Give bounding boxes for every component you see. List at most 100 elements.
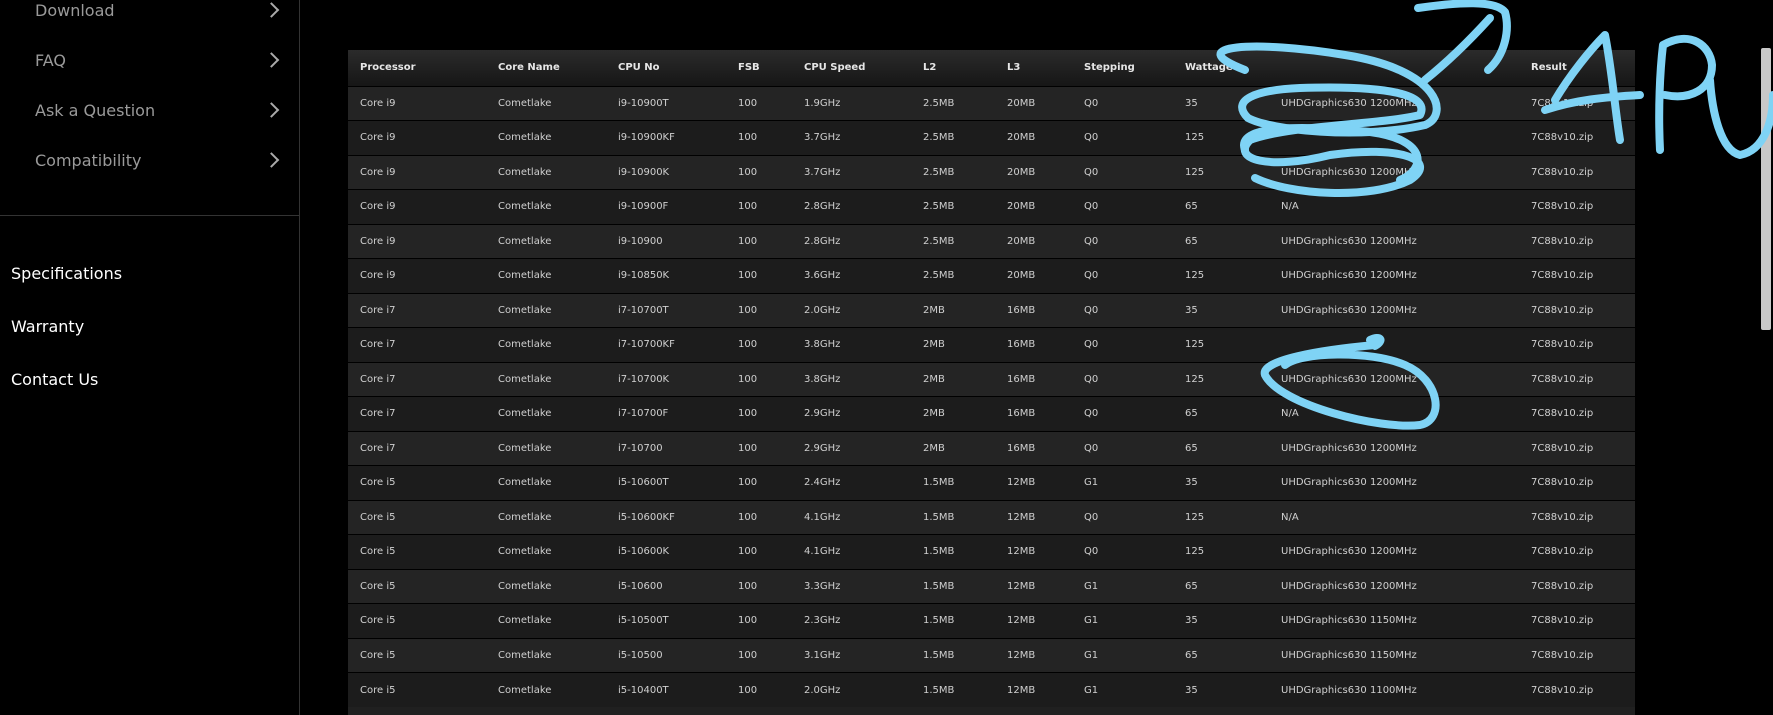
table-cell: N/A — [1281, 201, 1299, 213]
result-download-link[interactable]: 7C88v10.zip — [1519, 190, 1635, 225]
table-cell: 3.6GHz — [804, 270, 841, 282]
table-cell: 2.5MB — [923, 132, 955, 144]
table-cell: Cometlake — [498, 373, 552, 385]
table-cell: 1.5MB — [923, 615, 955, 627]
table-cell: i7-10700T — [618, 304, 669, 316]
table-cell: UHDGraphics630 1150MHz — [1281, 615, 1417, 627]
result-download-link[interactable]: 7C88v10.zip — [1519, 293, 1635, 328]
result-download-link[interactable]: 7C88v10.zip — [1519, 224, 1635, 259]
table-cell: 100 — [738, 477, 758, 489]
result-download-link[interactable]: 7C88v10.zip — [1519, 673, 1635, 708]
table-cell: Core i5 — [360, 649, 396, 661]
table-cell: i9-10900KF — [618, 132, 675, 144]
table-cell: Cometlake — [498, 339, 552, 351]
table-row: Core i5 Cometlake i5-10600 100 3.3GHz 1.5MB 12… — [348, 569, 1635, 604]
table-cell: 35 — [1185, 97, 1198, 109]
sidebar-item-compatibility[interactable]: Compatibility — [0, 140, 299, 180]
result-download-link[interactable]: 7C88v10.zip — [1519, 604, 1635, 639]
result-download-link[interactable]: 7C88v10.zip — [1519, 569, 1635, 604]
table-cell: Cometlake — [498, 408, 552, 420]
specifications-link[interactable]: Specifications — [11, 264, 122, 283]
table-cell: Cometlake — [498, 166, 552, 178]
warranty-link[interactable]: Warranty — [11, 317, 84, 336]
table-cell: Core i9 — [360, 270, 396, 282]
table-cell: Cometlake — [498, 511, 552, 523]
table-cell: Cometlake — [498, 201, 552, 213]
result-download-link[interactable]: 7C88v10.zip — [1519, 466, 1635, 501]
table-cell: i5-10400T — [618, 684, 669, 696]
table-cell: 100 — [738, 684, 758, 696]
table-cell: 20MB — [1007, 132, 1036, 144]
result-download-link[interactable]: 7C88v10.zip — [1519, 362, 1635, 397]
table-cell: Q0 — [1084, 270, 1099, 282]
table-cell: G1 — [1084, 477, 1099, 489]
table-cell: Core i5 — [360, 511, 396, 523]
result-download-link[interactable]: 7C88v10.zip — [1519, 638, 1635, 673]
table-cell: G1 — [1084, 684, 1099, 696]
column-header — [1269, 50, 1519, 86]
sidebar-item-ask-a-question[interactable]: Ask a Question — [0, 90, 299, 130]
table-cell: 100 — [738, 580, 758, 592]
table-cell: G1 — [1084, 580, 1099, 592]
table-cell: UHDGraphics630 1200MHz — [1281, 580, 1417, 592]
result-download-link[interactable]: 7C88v10.zip — [1519, 155, 1635, 190]
result-download-link[interactable]: 7C88v10.zip — [1519, 500, 1635, 535]
cpu-compatibility-table: Processor Core Name CPU No FSB CPU Speed L2 L3… — [348, 50, 1635, 707]
table-cell: Cometlake — [498, 270, 552, 282]
table-row: Core i7 Cometlake i7-10700K 100 3.8GHz 2MB 16M… — [348, 362, 1635, 397]
table-cell: i9-10900F — [618, 201, 669, 213]
table-cell: Core i5 — [360, 580, 396, 592]
table-cell: UHDGraphics630 1200MHz — [1281, 442, 1417, 454]
table-cell: Core i9 — [360, 235, 396, 247]
table-cell: 16MB — [1007, 442, 1036, 454]
table-cell: 100 — [738, 201, 758, 213]
table-cell: 100 — [738, 339, 758, 351]
table-cell: 20MB — [1007, 166, 1036, 178]
table-cell: Core i9 — [360, 97, 396, 109]
table-cell: 35 — [1185, 477, 1198, 489]
table-cell: UHDGraphics630 1200MHz — [1281, 477, 1417, 489]
result-download-link[interactable]: 7C88v10.zip — [1519, 397, 1635, 432]
table-cell: 12MB — [1007, 649, 1036, 661]
column-header: FSB — [738, 62, 760, 74]
column-header: Wattage — [1185, 62, 1233, 74]
sidebar-item-download[interactable]: Download — [0, 0, 299, 30]
sidebar-item-label: FAQ — [35, 50, 66, 70]
table-cell: 100 — [738, 511, 758, 523]
table-row: Core i5 Cometlake i5-10500T 100 2.3GHz 1.5MB 1… — [348, 603, 1635, 639]
table-cell: Cometlake — [498, 304, 552, 316]
table-cell: Core i9 — [360, 132, 396, 144]
compatibility-table-container: Processor Core Name CPU No FSB CPU Speed L2 L3… — [348, 50, 1635, 715]
result-download-link[interactable]: 7C88v10.zip — [1519, 121, 1635, 156]
table-row: Core i7 Cometlake i7-10700F 100 2.9GHz 2MB 16M… — [348, 396, 1635, 432]
table-cell: i5-10600K — [618, 546, 670, 558]
table-cell: N/A — [1281, 511, 1299, 523]
table-cell: 65 — [1185, 408, 1198, 420]
column-header: L3 — [1007, 62, 1021, 74]
table-cell: i5-10600T — [618, 477, 669, 489]
table-cell: 35 — [1185, 304, 1198, 316]
result-download-link[interactable]: 7C88v10.zip — [1519, 259, 1635, 294]
table-cell: 100 — [738, 270, 758, 282]
scrollbar-thumb[interactable] — [1761, 48, 1771, 330]
table-cell: 16MB — [1007, 373, 1036, 385]
contact-us-link[interactable]: Contact Us — [11, 370, 98, 389]
table-cell: i9-10850K — [618, 270, 670, 282]
table-row: Core i7 Cometlake i7-10700 100 2.9GHz 2MB 16MB… — [348, 431, 1635, 466]
sidebar-item-label: Compatibility — [35, 150, 142, 170]
chevron-right-icon — [263, 2, 280, 18]
table-cell: Cometlake — [498, 442, 552, 454]
table-cell: 100 — [738, 442, 758, 454]
table-cell: i9-10900T — [618, 97, 669, 109]
sidebar-item-faq[interactable]: FAQ — [0, 40, 299, 80]
result-download-link[interactable]: 7C88v10.zip — [1519, 431, 1635, 466]
table-cell: Q0 — [1084, 373, 1099, 385]
chevron-right-icon — [263, 52, 280, 68]
result-download-link[interactable]: 7C88v10.zip — [1519, 86, 1635, 121]
table-cell: Q0 — [1084, 166, 1099, 178]
table-cell: 20MB — [1007, 97, 1036, 109]
result-download-link[interactable]: 7C88v10.zip — [1519, 535, 1635, 570]
table-cell: 1.5MB — [923, 580, 955, 592]
result-download-link[interactable]: 7C88v10.zip — [1519, 328, 1635, 363]
table-cell: 2.5MB — [923, 201, 955, 213]
